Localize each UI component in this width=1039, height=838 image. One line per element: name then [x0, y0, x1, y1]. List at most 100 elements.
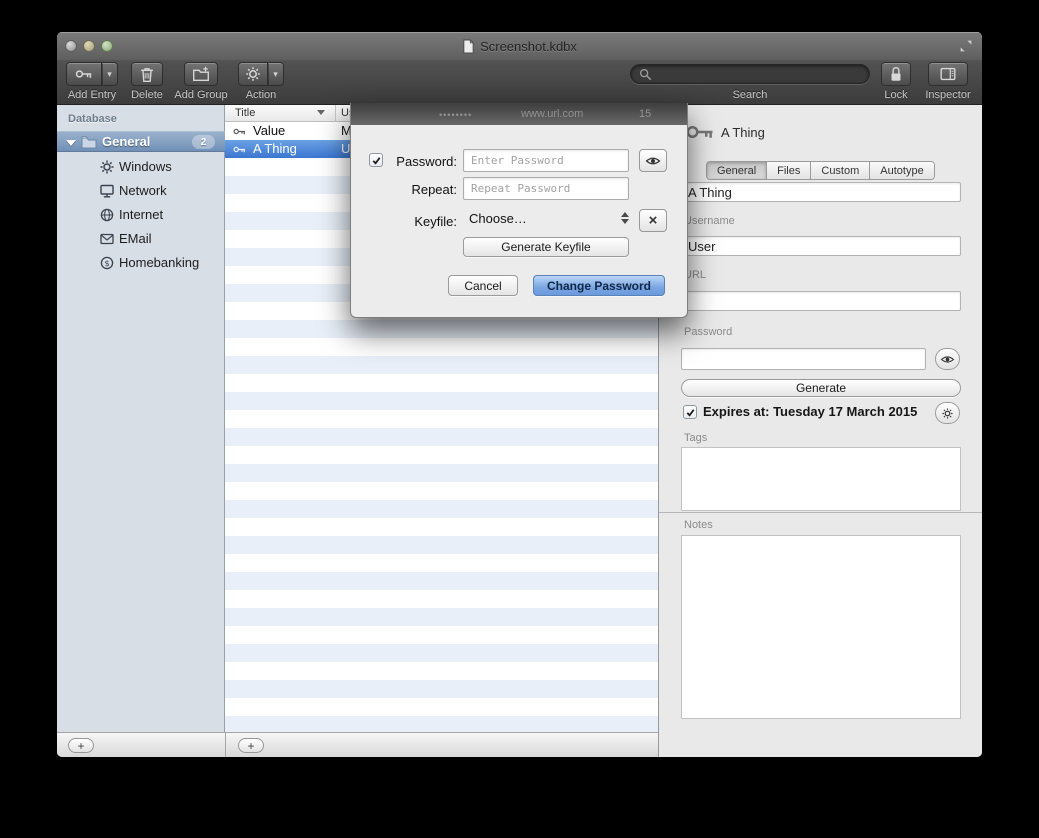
- gear-icon: [99, 159, 115, 175]
- delete-button[interactable]: [131, 62, 163, 86]
- sort-indicator-icon: [317, 110, 325, 115]
- chevron-down-icon: ▾: [273, 69, 278, 80]
- password-field[interactable]: [681, 348, 926, 370]
- close-button[interactable]: [65, 40, 77, 52]
- sidebar-item-network[interactable]: Network: [57, 179, 225, 203]
- generate-password-button[interactable]: Generate: [681, 379, 961, 397]
- generate-keyfile-button[interactable]: Generate Keyfile: [463, 237, 629, 257]
- username-label: Username: [684, 215, 735, 227]
- tags-field[interactable]: [681, 447, 961, 511]
- sidebar-group-label: General: [102, 132, 150, 152]
- sidebar-item-label: Homebanking: [119, 251, 199, 275]
- titlebar: Screenshot.kdbx: [57, 38, 982, 55]
- delete-label: Delete: [116, 89, 178, 101]
- inspector-panel-icon: [938, 64, 958, 84]
- sidebar-item-email[interactable]: EMail: [57, 227, 225, 251]
- sidebar: Database General 2 Windows Network Inter…: [57, 105, 225, 732]
- eye-icon: [940, 354, 955, 365]
- sidebar-item-label: Internet: [119, 203, 163, 227]
- globe-icon: [99, 207, 115, 223]
- folder-icon: [81, 135, 97, 149]
- sheet-password-label: Password:: [365, 154, 457, 169]
- minimize-button[interactable]: [83, 40, 95, 52]
- plus-icon: +: [247, 740, 254, 752]
- tab-files[interactable]: Files: [767, 162, 811, 179]
- zoom-button[interactable]: [101, 40, 113, 52]
- entry-title: A Thing: [253, 140, 297, 158]
- gear-icon: [244, 65, 262, 83]
- expires-label: Expires at: Tuesday 17 March 2015: [703, 404, 917, 419]
- password-label: Password: [684, 326, 732, 338]
- add-entry-plus-button[interactable]: +: [238, 738, 264, 753]
- tab-general[interactable]: General: [707, 162, 767, 179]
- sidebar-item-windows[interactable]: Windows: [57, 155, 225, 179]
- new-password-input[interactable]: [463, 149, 629, 172]
- bottom-bar-divider: [225, 733, 226, 757]
- dimmed-password-dots: ••••••••: [439, 110, 472, 120]
- cancel-button[interactable]: Cancel: [448, 275, 518, 296]
- key-icon: [74, 64, 94, 84]
- dimmed-url-text: www.url.com: [521, 108, 583, 120]
- svg-text:$: $: [104, 259, 109, 268]
- show-password-button[interactable]: [935, 348, 960, 370]
- change-password-button[interactable]: Change Password: [533, 275, 665, 296]
- sidebar-item-label: Windows: [119, 155, 172, 179]
- sidebar-group-general[interactable]: General 2: [57, 131, 225, 152]
- username-field[interactable]: [681, 236, 961, 256]
- plus-icon: +: [77, 740, 84, 752]
- key-icon: [685, 117, 715, 147]
- popup-stepper-icon[interactable]: [621, 212, 629, 224]
- clear-keyfile-button[interactable]: ×: [639, 209, 667, 232]
- inspector-tabs: General Files Custom Autotype: [706, 161, 935, 180]
- action-dropdown-button[interactable]: ▾: [268, 62, 284, 86]
- add-group-plus-button[interactable]: +: [68, 738, 94, 753]
- repeat-password-input[interactable]: [463, 177, 629, 200]
- inspector-button[interactable]: [928, 62, 968, 86]
- desktop-background: Screenshot.kdbx ▾ Add Entry Delete Add G…: [0, 0, 1039, 838]
- trash-icon: [137, 64, 157, 84]
- column-header-title[interactable]: Title: [235, 105, 255, 121]
- eye-icon: [645, 155, 661, 167]
- display-icon: [99, 183, 115, 199]
- action-label: Action: [231, 89, 291, 101]
- tab-custom[interactable]: Custom: [811, 162, 870, 179]
- lock-icon: [887, 64, 905, 84]
- folder-add-icon: [191, 64, 211, 84]
- disclosure-triangle-icon[interactable]: [66, 140, 76, 146]
- bottom-bar: + +: [57, 732, 658, 757]
- inspector-label: Inspector: [918, 89, 978, 101]
- sidebar-item-label: Network: [119, 179, 167, 203]
- sidebar-item-internet[interactable]: Internet: [57, 203, 225, 227]
- key-icon: [233, 143, 246, 156]
- tab-autotype[interactable]: Autotype: [870, 162, 933, 179]
- url-field[interactable]: [681, 291, 961, 311]
- add-group-label: Add Group: [171, 89, 231, 101]
- fullscreen-icon[interactable]: [958, 38, 974, 54]
- sheet-keyfile-label: Keyfile:: [365, 214, 457, 229]
- add-entry-button[interactable]: [66, 62, 102, 86]
- dimmed-modified-text: 15: [639, 108, 651, 120]
- search-input[interactable]: [630, 64, 870, 84]
- column-divider[interactable]: [335, 105, 336, 122]
- lock-button[interactable]: [881, 62, 911, 86]
- add-group-button[interactable]: [184, 62, 218, 86]
- reveal-password-button[interactable]: [639, 149, 667, 172]
- inspector-panel: A Thing General Files Custom Autotype Us…: [658, 105, 982, 757]
- sidebar-item-homebanking[interactable]: $ Homebanking: [57, 251, 225, 275]
- title-field[interactable]: [681, 182, 961, 202]
- window-title: Screenshot.kdbx: [480, 39, 577, 54]
- expires-settings-button[interactable]: [935, 402, 960, 424]
- expires-checkbox[interactable]: [683, 405, 697, 419]
- window-chrome: Screenshot.kdbx ▾ Add Entry Delete Add G…: [57, 32, 982, 105]
- gear-icon: [941, 407, 954, 420]
- tags-label: Tags: [684, 432, 707, 444]
- action-button[interactable]: [238, 62, 268, 86]
- notes-field[interactable]: [681, 535, 961, 719]
- inspector-entry-title: A Thing: [721, 125, 765, 140]
- document-icon: [462, 39, 475, 54]
- lock-label: Lock: [866, 89, 926, 101]
- search-label: Search: [720, 89, 780, 101]
- sheet-top-shadow-band: •••••••• www.url.com 15: [351, 103, 687, 125]
- keyfile-popup[interactable]: Choose…: [469, 211, 527, 226]
- add-entry-dropdown-button[interactable]: ▾: [102, 62, 118, 86]
